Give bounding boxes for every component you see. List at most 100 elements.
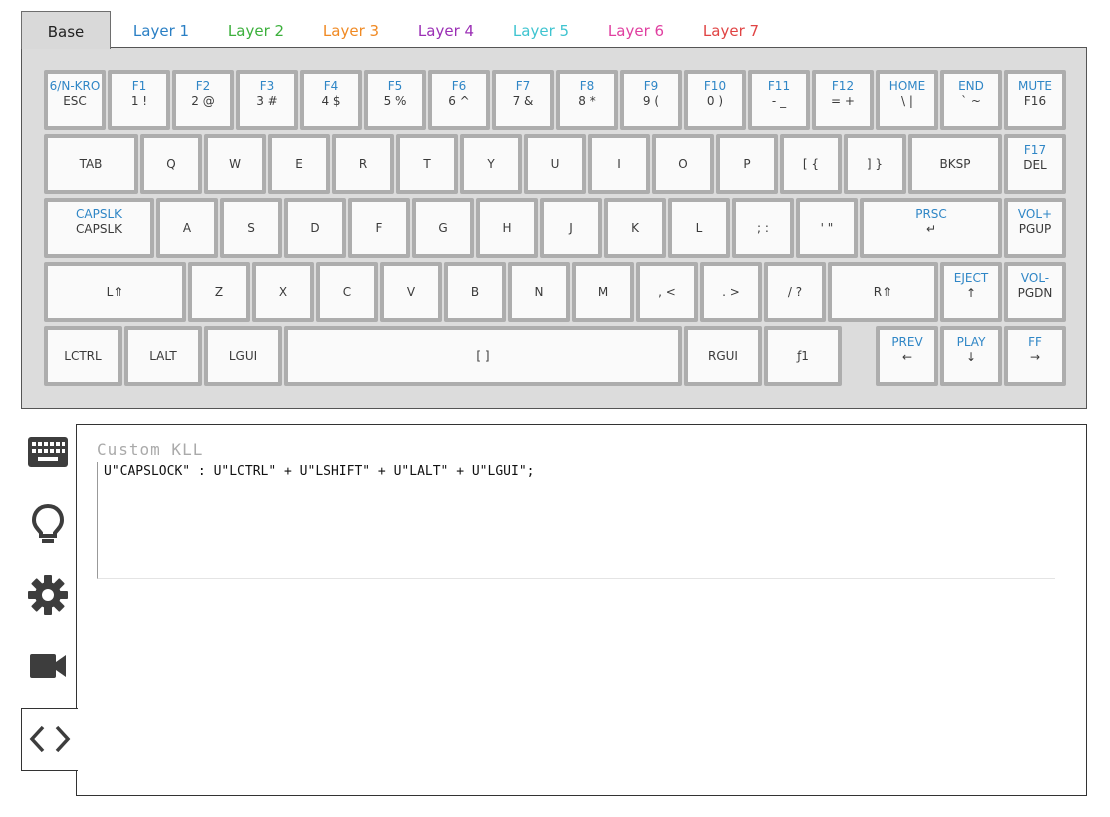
key-label: PGDN <box>1017 286 1053 300</box>
key-8[interactable]: F8 8 * <box>556 70 618 130</box>
key-z[interactable]: Z <box>188 262 250 322</box>
key-layer-label: F11 <box>767 79 791 93</box>
key-[interactable]: ; : <box>732 198 794 258</box>
key-label: Y <box>487 157 495 171</box>
key-x[interactable]: X <box>252 262 314 322</box>
key-q[interactable]: Q <box>140 134 202 194</box>
key-4[interactable]: F4 4 $ <box>300 70 362 130</box>
key-l[interactable]: L <box>668 198 730 258</box>
key-0[interactable]: F10 0 ) <box>684 70 746 130</box>
tab-layer-1[interactable]: Layer 1 <box>123 11 199 47</box>
key-[interactable]: F12 = + <box>812 70 874 130</box>
key-rgui[interactable]: RGUI <box>684 326 762 386</box>
key-n[interactable]: N <box>508 262 570 322</box>
key-w[interactable]: W <box>204 134 266 194</box>
key-o[interactable]: O <box>652 134 714 194</box>
key-label: RGUI <box>708 349 738 363</box>
key-label: 6 ^ <box>448 94 470 108</box>
key-[interactable]: FF → <box>1004 326 1066 386</box>
key-[interactable]: [ ] <box>284 326 682 386</box>
key-label: ↵ <box>925 222 937 236</box>
key-h[interactable]: H <box>476 198 538 258</box>
key-f16[interactable]: MUTE F16 <box>1004 70 1066 130</box>
key-1[interactable]: F1 1 ! <box>108 70 170 130</box>
key-v[interactable]: V <box>380 262 442 322</box>
key-r[interactable]: R <box>332 134 394 194</box>
tab-layer-3[interactable]: Layer 3 <box>313 11 389 47</box>
key-layer-label: F3 <box>259 79 275 93</box>
key-m[interactable]: M <box>572 262 634 322</box>
key-label: LALT <box>149 349 177 363</box>
key-l[interactable]: L⇑ <box>44 262 186 322</box>
key-capslk[interactable]: CAPSLK CAPSLK <box>44 198 154 258</box>
video-camera-icon[interactable] <box>28 646 68 686</box>
key-s[interactable]: S <box>220 198 282 258</box>
key-[interactable]: . > <box>700 262 762 322</box>
key-label: C <box>342 285 352 299</box>
key-2[interactable]: F2 2 @ <box>172 70 234 130</box>
key-u[interactable]: U <box>524 134 586 194</box>
key-[interactable]: END ` ~ <box>940 70 1002 130</box>
key-lalt[interactable]: LALT <box>124 326 202 386</box>
key-[interactable]: PREV ← <box>876 326 938 386</box>
lightbulb-icon[interactable] <box>28 503 68 543</box>
key-k[interactable]: K <box>604 198 666 258</box>
key-9[interactable]: F9 9 ( <box>620 70 682 130</box>
tab-layer-5[interactable]: Layer 5 <box>503 11 579 47</box>
key-esc[interactable]: 6/N-KRO ESC <box>44 70 106 130</box>
gear-icon[interactable] <box>28 575 68 615</box>
key-bksp[interactable]: BKSP <box>908 134 1002 194</box>
key-label: Q <box>166 157 176 171</box>
key-j[interactable]: J <box>540 198 602 258</box>
key-[interactable]: ' " <box>796 198 858 258</box>
tab-layer-2[interactable]: Layer 2 <box>218 11 294 47</box>
keyboard-icon[interactable] <box>28 433 68 473</box>
key-[interactable]: HOME \ | <box>876 70 938 130</box>
key-layer-label: END <box>958 79 984 93</box>
kll-editor[interactable]: U"CAPSLOCK" : U"LCTRL" + U"LSHIFT" + U"L… <box>97 462 1055 579</box>
tab-layer-7[interactable]: Layer 7 <box>693 11 769 47</box>
code-tab[interactable] <box>21 708 78 771</box>
key-lgui[interactable]: LGUI <box>204 326 282 386</box>
key-d[interactable]: D <box>284 198 346 258</box>
key-[interactable]: PRSC ↵ <box>860 198 1002 258</box>
key-[interactable]: , < <box>636 262 698 322</box>
key-3[interactable]: F3 3 # <box>236 70 298 130</box>
key-7[interactable]: F7 7 & <box>492 70 554 130</box>
key-b[interactable]: B <box>444 262 506 322</box>
key-tab[interactable]: TAB <box>44 134 138 194</box>
tab-base[interactable]: Base <box>21 11 111 49</box>
key-[interactable]: EJECT ↑ <box>940 262 1002 322</box>
key-[interactable]: ] } <box>844 134 906 194</box>
key-1[interactable]: ƒ1 <box>764 326 842 386</box>
kll-code[interactable]: U"CAPSLOCK" : U"LCTRL" + U"LSHIFT" + U"L… <box>104 464 534 479</box>
key-a[interactable]: A <box>156 198 218 258</box>
key-label: . > <box>722 285 740 299</box>
key-[interactable]: [ { <box>780 134 842 194</box>
key-layer-label: EJECT <box>953 271 989 285</box>
tab-layer-6[interactable]: Layer 6 <box>598 11 674 47</box>
key-6[interactable]: F6 6 ^ <box>428 70 490 130</box>
key-p[interactable]: P <box>716 134 778 194</box>
key-label: L <box>695 221 703 235</box>
key-[interactable]: PLAY ↓ <box>940 326 1002 386</box>
key-c[interactable]: C <box>316 262 378 322</box>
key-t[interactable]: T <box>396 134 458 194</box>
key-del[interactable]: F17 DEL <box>1004 134 1066 194</box>
key-pgdn[interactable]: VOL- PGDN <box>1004 262 1066 322</box>
key-y[interactable]: Y <box>460 134 522 194</box>
key-i[interactable]: I <box>588 134 650 194</box>
key-r[interactable]: R⇑ <box>828 262 938 322</box>
key-label: A <box>182 221 192 235</box>
key-5[interactable]: F5 5 % <box>364 70 426 130</box>
key-pgup[interactable]: VOL+ PGUP <box>1004 198 1066 258</box>
key-g[interactable]: G <box>412 198 474 258</box>
tab-layer-4[interactable]: Layer 4 <box>408 11 484 47</box>
key-e[interactable]: E <box>268 134 330 194</box>
key-label: 8 * <box>578 94 596 108</box>
key-[interactable]: F11- _ <box>748 70 810 130</box>
key-f[interactable]: F <box>348 198 410 258</box>
key-lctrl[interactable]: LCTRL <box>44 326 122 386</box>
key-[interactable]: / ? <box>764 262 826 322</box>
key-label: 7 & <box>512 94 534 108</box>
